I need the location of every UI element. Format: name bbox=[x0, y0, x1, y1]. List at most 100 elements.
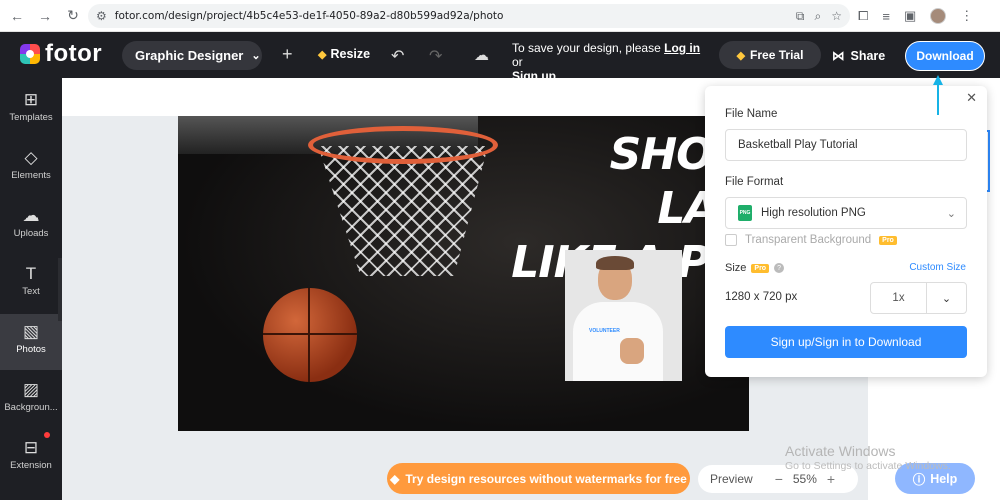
extension-icon: ⊟ bbox=[23, 438, 39, 457]
text-icon: T bbox=[25, 264, 37, 283]
or-text: or bbox=[512, 55, 523, 69]
thumbs-up-hand bbox=[620, 338, 644, 364]
reload-icon[interactable]: ↻ bbox=[62, 5, 84, 27]
arrow-shaft bbox=[937, 83, 939, 115]
side-panel-icon[interactable]: ▣ bbox=[904, 8, 916, 24]
uploads-icon: ☁ bbox=[22, 206, 40, 225]
back-icon[interactable]: ← bbox=[6, 5, 28, 27]
add-icon[interactable]: + bbox=[282, 44, 293, 65]
watermark-free-promo-button[interactable]: ◆ Try design resources without watermark… bbox=[387, 463, 690, 494]
sidebar-item-label: Backgroun... bbox=[4, 402, 58, 413]
elements-icon: ◇ bbox=[24, 148, 38, 167]
resize-label: Resize bbox=[330, 47, 371, 61]
scale-select[interactable]: 1x ⌄ bbox=[870, 282, 967, 314]
login-link[interactable]: Log in bbox=[664, 41, 700, 55]
file-format-select[interactable]: PNG High resolution PNG ⌄ bbox=[725, 197, 967, 229]
zoom-value: 55% bbox=[792, 472, 817, 486]
promo-label: Try design resources without watermarks … bbox=[405, 471, 687, 486]
transparent-background-label: Transparent Background bbox=[745, 234, 872, 246]
zoom-out-icon[interactable]: − bbox=[775, 471, 783, 487]
sidebar-item-text[interactable]: T Text bbox=[0, 256, 62, 312]
sidebar-item-templates[interactable]: ⊞ Templates bbox=[0, 82, 62, 138]
signin-to-download-button[interactable]: Sign up/Sign in to Download bbox=[725, 326, 967, 358]
zoom-icon[interactable]: ⌕ bbox=[815, 9, 822, 24]
sidebar-item-photos[interactable]: ▧ Photos bbox=[0, 314, 62, 370]
sidebar-item-label: Elements bbox=[11, 170, 51, 181]
role-dropdown[interactable]: Graphic Designer ⌄ bbox=[122, 41, 262, 70]
notification-dot bbox=[44, 432, 50, 438]
cloud-upload-icon[interactable]: ☁ bbox=[474, 46, 489, 64]
watermark-sub: Go to Settings to activate Windows. bbox=[785, 460, 951, 472]
sidebar-item-extension[interactable]: ⊟ Extension bbox=[0, 430, 62, 486]
file-name-input[interactable]: Basketball Play Tutorial bbox=[725, 129, 967, 161]
file-format-label: File Format bbox=[725, 176, 784, 188]
png-file-icon: PNG bbox=[738, 205, 752, 221]
basketball-graphic bbox=[263, 288, 357, 382]
browser-menu-icon[interactable]: ⋮ bbox=[960, 8, 973, 24]
download-dialog: ✕ File Name Basketball Play Tutorial Fil… bbox=[705, 86, 987, 377]
chevron-down-icon: ⌄ bbox=[251, 50, 261, 62]
address-bar[interactable]: ⚙ fotor.com/design/project/4b5c4e53-de1f… bbox=[88, 4, 850, 28]
scale-value: 1x bbox=[871, 283, 927, 313]
forward-icon[interactable]: → bbox=[34, 5, 56, 27]
close-icon[interactable]: ✕ bbox=[966, 90, 977, 106]
fotor-logo-icon bbox=[20, 44, 40, 64]
watermark-title: Activate Windows bbox=[785, 443, 896, 459]
file-format-value: High resolution PNG bbox=[761, 207, 866, 219]
screen-cast-icon[interactable]: ⧉ bbox=[796, 9, 805, 24]
extensions-icon[interactable]: ⧠ bbox=[858, 8, 868, 24]
redo-icon[interactable]: ↷ bbox=[429, 46, 442, 66]
role-label: Graphic Designer bbox=[135, 48, 244, 63]
chevron-down-icon: ⌄ bbox=[941, 292, 952, 305]
size-label: Size bbox=[725, 262, 747, 274]
free-trial-button[interactable]: ◆ Free Trial bbox=[719, 41, 821, 69]
person-photo[interactable]: VOLUNTEER bbox=[565, 250, 682, 381]
download-button[interactable]: Download bbox=[905, 41, 985, 71]
background-icon: ▨ bbox=[22, 380, 40, 399]
activate-windows-watermark: Activate Windows Go to Settings to activ… bbox=[785, 444, 951, 474]
photos-icon: ▧ bbox=[22, 322, 40, 341]
chevron-down-icon: ⌄ bbox=[946, 207, 956, 220]
reading-list-icon[interactable]: ≡ bbox=[882, 9, 890, 24]
sidebar-item-label: Templates bbox=[9, 112, 53, 123]
resize-button[interactable]: ◆ Resize bbox=[318, 47, 370, 61]
fotor-logo[interactable]: fotor bbox=[20, 40, 102, 68]
pro-badge: Pro bbox=[751, 263, 770, 273]
free-trial-label: Free Trial bbox=[750, 48, 804, 62]
save-note-text: To save your design, please bbox=[512, 41, 661, 55]
question-icon[interactable]: ? bbox=[774, 263, 785, 273]
net-graphic bbox=[318, 146, 488, 276]
shirt-text: VOLUNTEER bbox=[589, 328, 620, 334]
transparent-background-checkbox[interactable] bbox=[725, 234, 737, 246]
preview-button[interactable]: Preview bbox=[710, 472, 753, 486]
sidebar-item-label: Extension bbox=[10, 460, 52, 471]
templates-icon: ⊞ bbox=[23, 90, 39, 109]
url-text: fotor.com/design/project/4b5c4e53-de1f-4… bbox=[114, 10, 504, 22]
sidebar-item-elements[interactable]: ◇ Elements bbox=[0, 140, 62, 196]
hoop-graphic bbox=[308, 126, 498, 164]
share-icon: ⋈ bbox=[832, 49, 845, 63]
custom-size-link[interactable]: Custom Size bbox=[909, 262, 966, 273]
sidebar-item-background[interactable]: ▨ Backgroun... bbox=[0, 372, 62, 428]
arrow-up-icon bbox=[933, 75, 943, 115]
person-body bbox=[573, 302, 663, 381]
app-topbar: fotor Graphic Designer ⌄ + ◆ Resize ↶ ↷ … bbox=[0, 32, 1000, 83]
profile-avatar[interactable] bbox=[930, 8, 947, 24]
undo-icon[interactable]: ↶ bbox=[391, 46, 404, 66]
sidebar-item-label: Photos bbox=[16, 344, 46, 355]
sidebar-item-uploads[interactable]: ☁ Uploads bbox=[0, 198, 62, 254]
bookmark-star-icon[interactable]: ☆ bbox=[831, 9, 842, 23]
dimensions-text: 1280 x 720 px bbox=[725, 291, 798, 303]
file-name-label: File Name bbox=[725, 108, 778, 120]
size-row: Size Pro ? bbox=[725, 262, 785, 274]
share-button[interactable]: ⋈ Share bbox=[832, 48, 885, 64]
sidebar-item-label: Uploads bbox=[13, 228, 49, 239]
file-name-value: Basketball Play Tutorial bbox=[738, 139, 858, 151]
design-canvas[interactable]: SHOOT LAYU LIKE A PRO VOLUNTEER bbox=[178, 116, 749, 431]
diamond-icon: ◆ bbox=[318, 48, 327, 61]
diamond-icon: ◆ bbox=[390, 471, 400, 486]
diamond-icon: ◆ bbox=[736, 49, 746, 62]
transparent-background-option[interactable]: Transparent Background Pro bbox=[725, 234, 897, 246]
person-hair bbox=[596, 256, 634, 270]
site-settings-icon[interactable]: ⚙ bbox=[96, 9, 107, 23]
